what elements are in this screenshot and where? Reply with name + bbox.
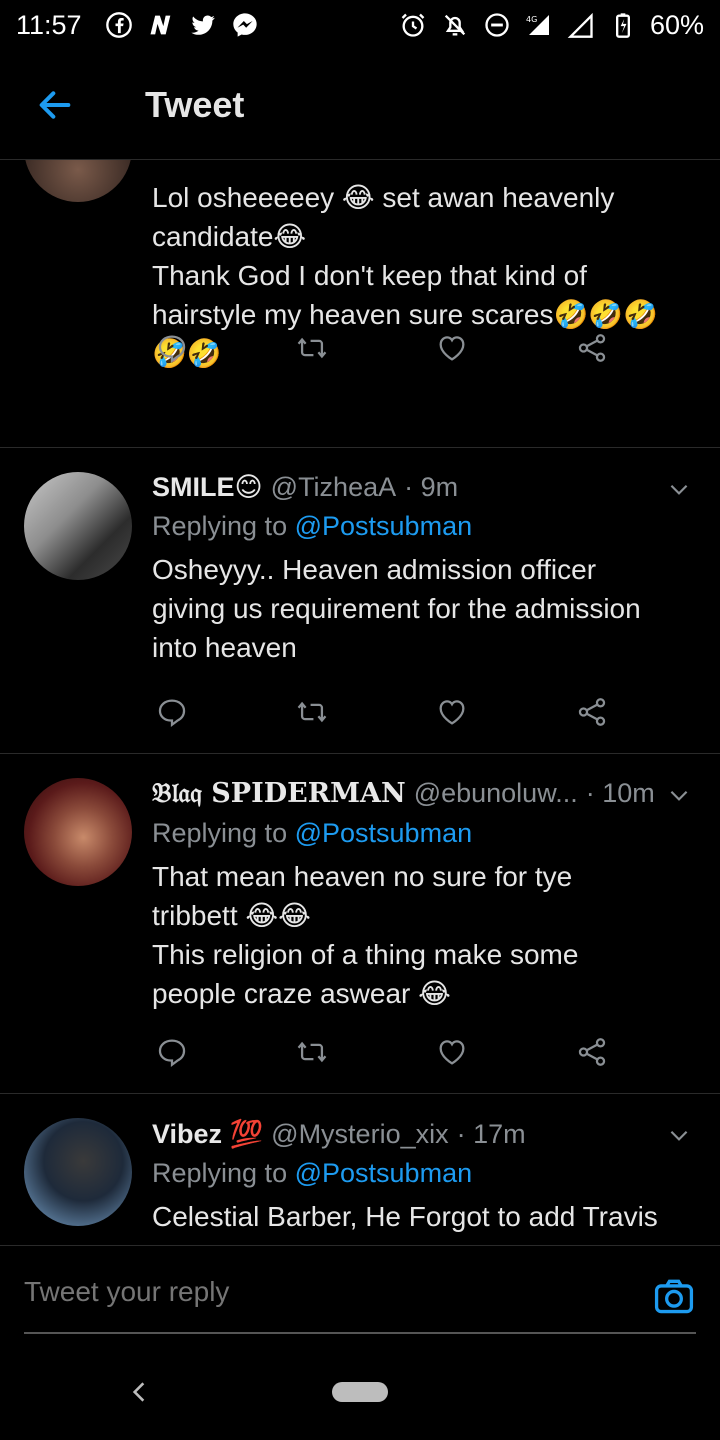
tweet-item[interactable]: Vibez 💯 @Mysterio_xix · 17m Replying to … [0, 1094, 720, 1245]
camera-icon[interactable] [652, 1274, 696, 1318]
mention-link[interactable]: @Postsubman [295, 511, 473, 541]
user-handle[interactable]: @Mysterio_xix [271, 1119, 448, 1150]
reply-input[interactable] [24, 1276, 584, 1308]
tweet-meta: Vibez 💯 @Mysterio_xix · 17m [152, 1118, 696, 1150]
twitter-icon [188, 10, 218, 40]
tweet-text: Celestial Barber, He Forgot to add Travi… [152, 1201, 658, 1232]
share-icon [578, 698, 606, 726]
share-button[interactable] [572, 692, 612, 732]
retweet-icon [297, 337, 327, 359]
signal-icon [566, 10, 596, 40]
replying-to: Replying to @Postsubman [152, 1158, 473, 1188]
comment-icon [158, 699, 186, 728]
share-button[interactable] [572, 328, 612, 368]
display-name[interactable]: SMILE😊 [152, 472, 263, 503]
replies-feed[interactable]: Lol osheeeeey 😂 set awan heavenly candid… [0, 160, 720, 1245]
alarm-icon [398, 10, 428, 40]
signal-4g-icon: 4G [524, 10, 554, 40]
reply-composer [0, 1245, 720, 1345]
notification-icons [104, 10, 260, 40]
mention-link[interactable]: @Postsubman [295, 818, 473, 848]
user-handle[interactable]: @TizheaA [271, 472, 396, 503]
comment-icon [158, 335, 186, 364]
system-nav-bar [0, 1345, 720, 1440]
like-button[interactable] [432, 328, 472, 368]
page-title: Tweet [145, 83, 245, 125]
avatar[interactable] [24, 160, 132, 202]
tweet-actions [152, 1032, 612, 1072]
tweet-time: · 10m [585, 778, 655, 808]
reply-button[interactable] [152, 1032, 192, 1072]
display-name[interactable]: 𝔅𝔩𝔞𝔮 SPIDERMAN [152, 778, 406, 810]
heart-icon [439, 336, 465, 361]
input-underline [24, 1332, 696, 1334]
svg-text:4G: 4G [526, 15, 537, 24]
retweet-button[interactable] [292, 692, 332, 732]
nav-back-icon[interactable] [126, 1377, 152, 1407]
app-header: Tweet [0, 50, 720, 160]
notifications-off-icon [440, 10, 470, 40]
status-bar: 11:57 4G 60% [0, 0, 720, 50]
battery-percent: 60% [649, 9, 704, 40]
retweet-icon [297, 1041, 327, 1063]
like-button[interactable] [432, 1032, 472, 1072]
like-button[interactable] [432, 692, 472, 732]
news-n-icon [146, 10, 176, 40]
dnd-icon [482, 10, 512, 40]
share-icon [578, 1038, 606, 1066]
tweet-actions [152, 692, 612, 732]
back-button[interactable] [0, 50, 110, 160]
chevron-down-icon[interactable] [666, 1122, 692, 1148]
display-name[interactable]: Vibez 💯 [152, 1118, 263, 1150]
share-icon [578, 334, 606, 362]
tweet-time: · 9m [404, 472, 459, 502]
tweet-text: That mean heaven no sure for tye tribbet… [152, 861, 579, 1009]
mention-link[interactable]: @Postsubman [295, 1158, 473, 1188]
tweet-item[interactable]: SMILE😊 @TizheaA · 9m Replying to @Postsu… [0, 448, 720, 754]
replying-to: Replying to @Postsubman [152, 818, 473, 848]
tweet-item[interactable]: Lol osheeeeey 😂 set awan heavenly candid… [0, 160, 720, 448]
battery-icon [608, 10, 638, 40]
retweet-icon [297, 701, 327, 723]
tweet-meta: SMILE😊 @TizheaA · 9m [152, 472, 696, 503]
user-handle[interactable]: @ebunoluw... [414, 778, 578, 809]
status-time: 11:57 [16, 9, 82, 40]
system-status: 4G 60% [398, 10, 704, 41]
tweet-meta: 𝔅𝔩𝔞𝔮 SPIDERMAN @ebunoluw... · 10m [152, 778, 696, 810]
tweet-item[interactable]: 𝔅𝔩𝔞𝔮 SPIDERMAN @ebunoluw... · 10m Replyi… [0, 754, 720, 1094]
retweet-button[interactable] [292, 1032, 332, 1072]
home-pill[interactable] [332, 1382, 388, 1402]
replying-to: Replying to @Postsubman [152, 511, 473, 541]
avatar[interactable] [24, 778, 132, 886]
reply-button[interactable] [152, 328, 192, 368]
chevron-down-icon[interactable] [666, 476, 692, 502]
facebook-icon [104, 10, 134, 40]
heart-icon [439, 700, 465, 725]
tweet-time: · 17m [456, 1119, 526, 1149]
heart-icon [439, 1040, 465, 1065]
comment-icon [158, 1039, 186, 1068]
messenger-icon [230, 10, 260, 40]
avatar[interactable] [24, 1118, 132, 1226]
tweet-text: Osheyyy.. Heaven admission officer givin… [152, 554, 641, 663]
share-button[interactable] [572, 1032, 612, 1072]
reply-button[interactable] [152, 692, 192, 732]
tweet-actions [152, 328, 612, 368]
retweet-button[interactable] [292, 328, 332, 368]
chevron-down-icon[interactable] [666, 782, 692, 808]
avatar[interactable] [24, 472, 132, 580]
arrow-left-icon [39, 90, 71, 119]
